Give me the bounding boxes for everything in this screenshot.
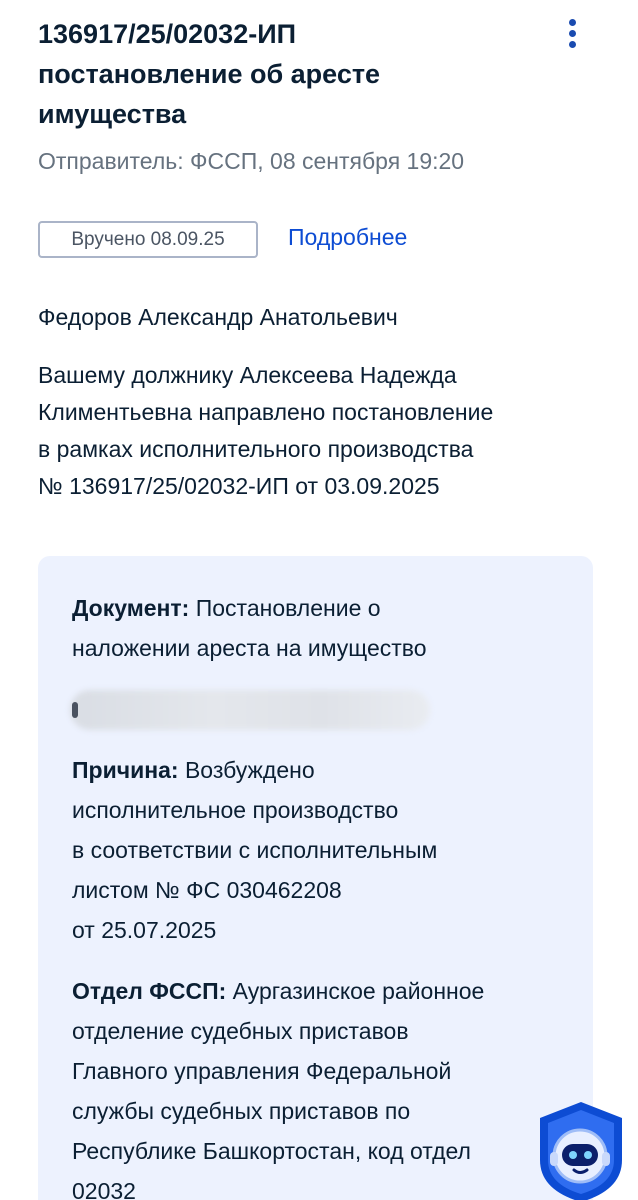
message-text: Вашему должнику Алексеева Надежда Климен… [38, 357, 598, 505]
department-field: Отдел ФССП: Аургазинское районное отделе… [72, 971, 572, 1200]
department-label: Отдел ФССП: [72, 978, 227, 1004]
reason-field: Причина: Возбуждено исполнительное произ… [72, 750, 572, 950]
department-value: Аургазинское районное [226, 978, 485, 1004]
page-title: 136917/25/02032-ИП постановление об арес… [38, 14, 508, 134]
document-field: Документ: Постановление о наложении арес… [72, 588, 572, 668]
reason-line: Причина: Возбуждено [72, 750, 572, 790]
robot-assistant-icon[interactable] [532, 1098, 630, 1200]
notification-page: 136917/25/02032-ИП постановление об арес… [0, 0, 638, 1200]
document-line: наложении ареста на имущество [72, 635, 427, 661]
message-line: в рамках исполнительного производства [38, 436, 474, 462]
sender-info: Отправитель: ФССП, 08 сентября 19:20 [38, 148, 465, 174]
department-line: отделение судебных приставов [72, 1018, 409, 1044]
document-value: Постановление о [189, 595, 381, 621]
title-line: имущества [38, 99, 187, 129]
more-vertical-icon[interactable] [559, 16, 587, 52]
document-info-card: Документ: Постановление о наложении арес… [38, 556, 593, 1200]
reason-line: от 25.07.2025 [72, 917, 217, 943]
title-line: постановление об аресте [38, 59, 381, 89]
document-line: Документ: Постановление о [72, 588, 572, 628]
title-line: 136917/25/02032-ИП [38, 19, 297, 49]
department-line: 02032 [72, 1178, 136, 1200]
department-line: Главного управления Федеральной [72, 1058, 452, 1084]
department-line: Республике Башкортостан, код отдел [72, 1138, 471, 1164]
recipient-name: Федоров Александр Анатольевич [38, 304, 398, 330]
status-badge: Вручено 08.09.25 [38, 221, 258, 258]
redacted-text-blur [70, 690, 430, 730]
reason-label: Причина: [72, 757, 179, 783]
reason-line: исполнительное производство [72, 797, 399, 823]
reason-line: в соответствии с исполнительным [72, 837, 438, 863]
redacted-text-fragment [72, 702, 78, 718]
reason-line: листом № ФС 030462208 [72, 877, 342, 903]
department-line: службы судебных приставов по [72, 1098, 411, 1124]
message-line: № 136917/25/02032-ИП от 03.09.2025 [38, 473, 440, 499]
message-line: Климентьевна направлено постановление [38, 399, 494, 425]
message-line: Вашему должнику Алексеева Надежда [38, 362, 457, 388]
details-link[interactable]: Подробнее [288, 224, 407, 251]
document-label: Документ: [72, 595, 190, 621]
department-line: Отдел ФССП: Аургазинское районное [72, 971, 572, 1011]
reason-value: Возбуждено [178, 757, 315, 783]
